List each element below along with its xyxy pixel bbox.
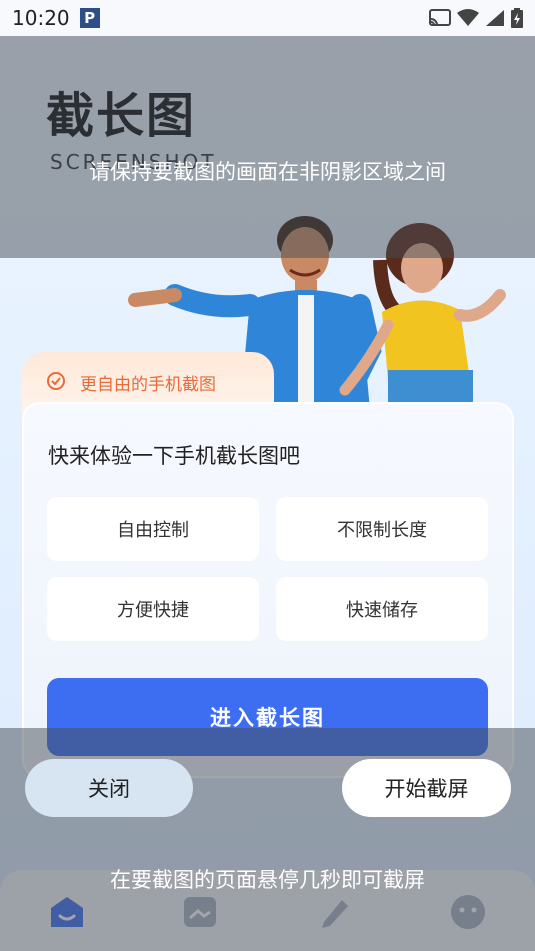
card-tab-label: 更自由的手机截图: [80, 375, 216, 395]
battery-icon: [511, 8, 523, 28]
status-bar: 10:20 P: [0, 0, 535, 36]
signal-icon: [486, 10, 504, 26]
bottom-hint-text: 在要截图的页面悬停几秒即可截屏: [110, 868, 425, 892]
start-screenshot-button[interactable]: 开始截屏: [342, 759, 511, 817]
feature-item: 方便快捷: [47, 577, 259, 641]
status-time: 10:20: [12, 6, 70, 30]
app-screen: 10:20 P 截长图 SCREENSHOT: [0, 0, 535, 951]
check-circle-icon: [47, 372, 65, 390]
wifi-icon: [457, 9, 479, 26]
status-icons: [429, 8, 523, 28]
feature-item: 快速储存: [276, 577, 488, 641]
cast-icon: [429, 9, 451, 26]
app-badge-icon: P: [79, 8, 100, 28]
feature-item: 自由控制: [47, 497, 259, 561]
card-title: 快来体验一下手机截长图吧: [48, 444, 300, 468]
top-shade-overlay: [0, 36, 535, 258]
feature-item: 不限制长度: [276, 497, 488, 561]
close-button[interactable]: 关闭: [25, 759, 193, 817]
top-hint-text: 请保持要截图的画面在非阴影区域之间: [89, 160, 446, 184]
